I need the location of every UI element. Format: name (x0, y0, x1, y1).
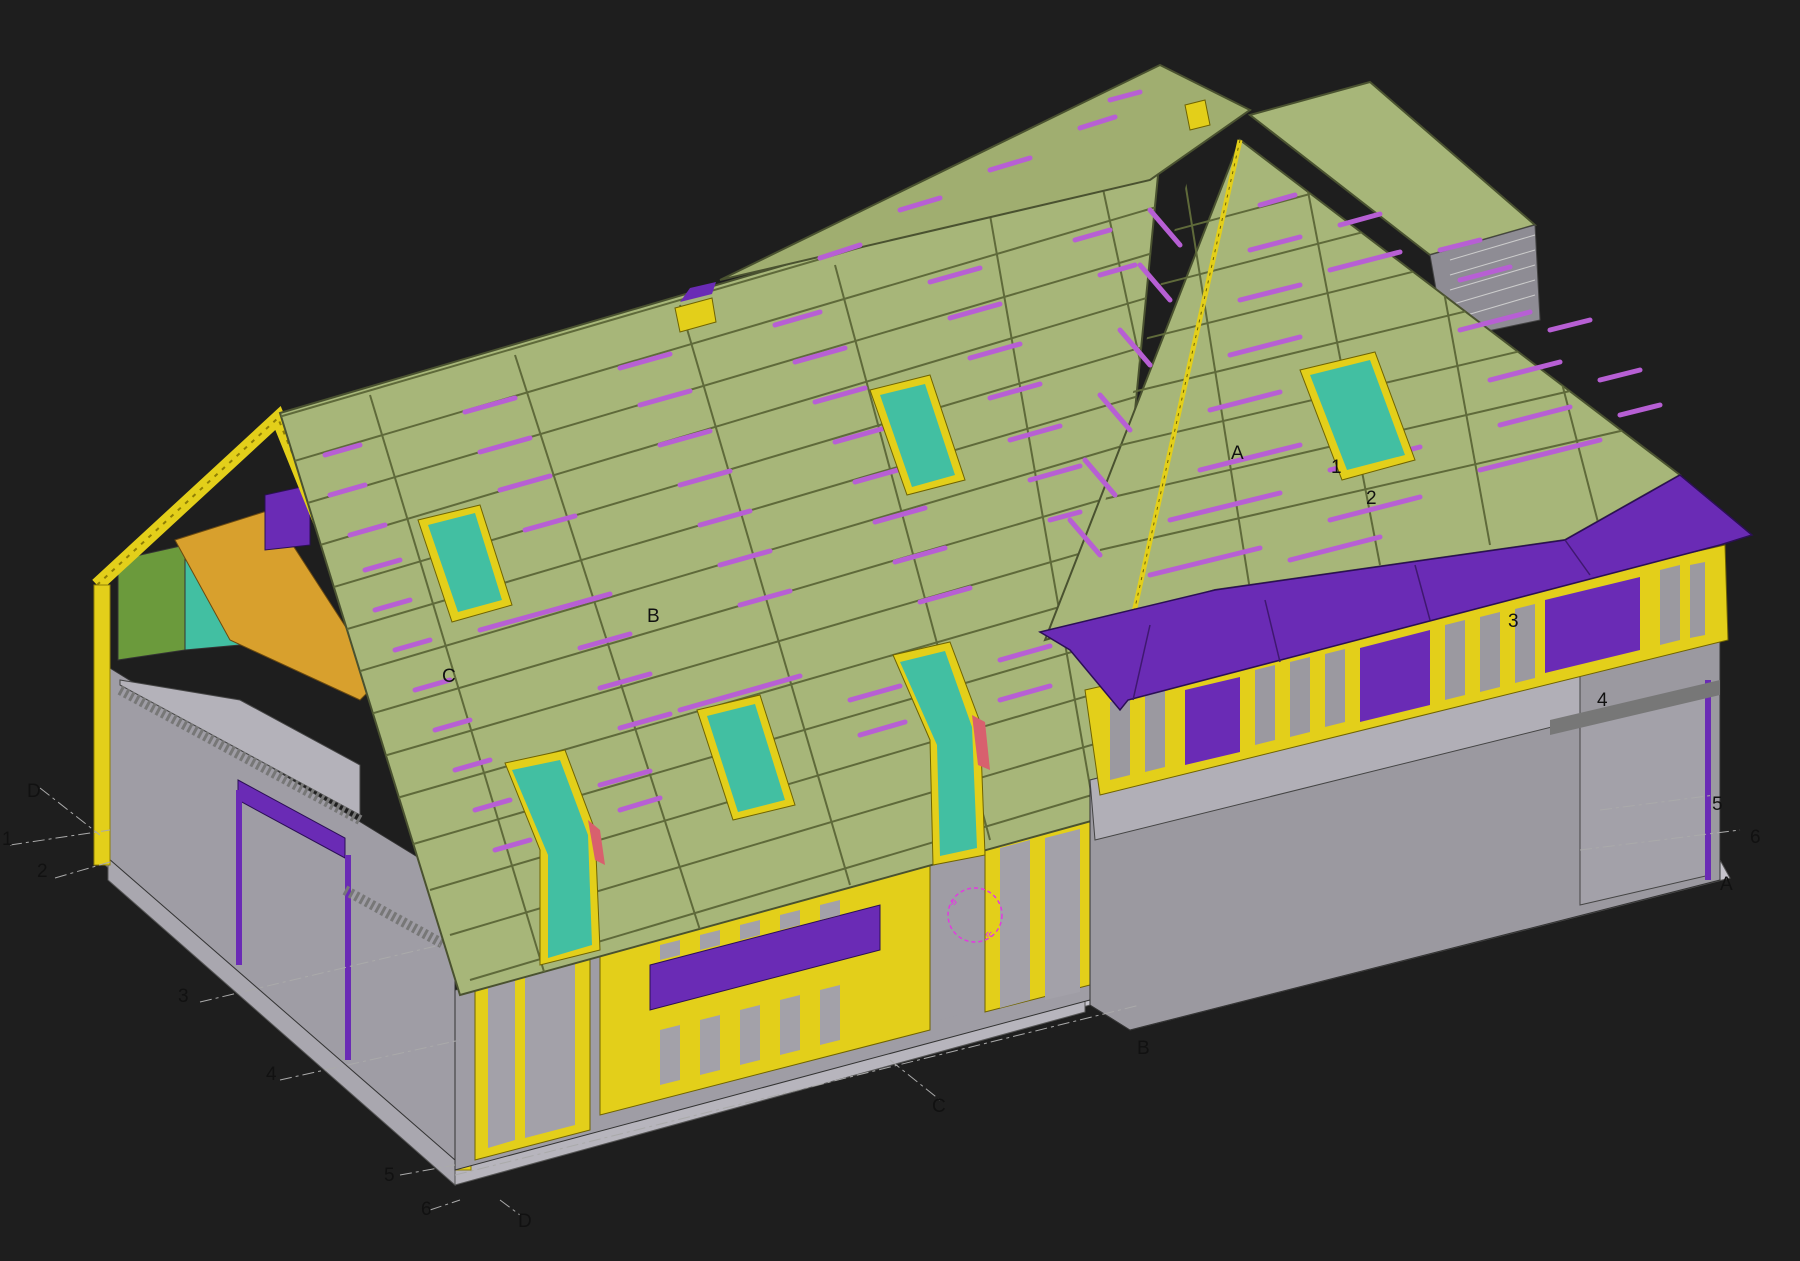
grid-label: D (518, 1211, 532, 1232)
grid-label: 6 (1750, 827, 1761, 848)
grid-label: C (932, 1096, 946, 1117)
roof-label: A (1231, 443, 1244, 464)
grid-label: B (1137, 1038, 1150, 1059)
roof-label: 2 (1366, 488, 1377, 509)
roof-label: C (442, 666, 456, 687)
svg-text:«: « (985, 926, 992, 941)
building-model[interactable]: » « D 1 2 3 4 5 6 D C B 5 6 A A 1 2 B C … (0, 0, 1800, 1261)
grid-label: 5 (384, 1165, 395, 1186)
grid-label: 5 (1712, 794, 1723, 815)
grid-label: A (1720, 874, 1733, 895)
grid-label: 4 (266, 1064, 277, 1085)
grid-label: 2 (37, 861, 48, 882)
grid-label: 1 (2, 829, 13, 850)
grid-label: D (27, 781, 41, 802)
roof-label: 1 (1331, 457, 1342, 478)
grid-label: 6 (421, 1199, 432, 1220)
roof-label: B (647, 606, 660, 627)
grid-label: 3 (178, 986, 189, 1007)
svg-text:»: » (950, 894, 957, 909)
3d-viewport[interactable]: » « D 1 2 3 4 5 6 D C B 5 6 A A 1 2 B C … (0, 0, 1800, 1261)
roof-label: 3 (1508, 611, 1519, 632)
roof-label: 4 (1597, 690, 1608, 711)
